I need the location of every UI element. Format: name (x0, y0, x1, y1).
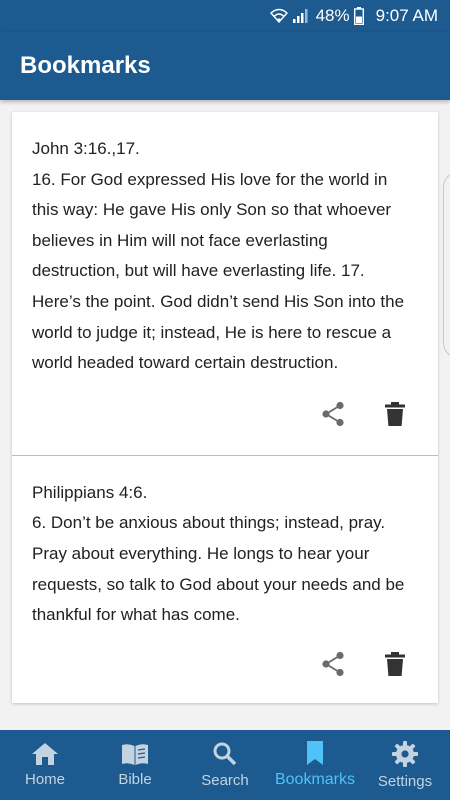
signal-icon (292, 8, 308, 24)
bookmarks-list-area[interactable]: John 3:16.,17. 16. For God expressed His… (0, 100, 450, 730)
bottom-navigation: Home Bible Search Bookmarks Settings (0, 730, 450, 800)
wifi-icon (269, 8, 288, 24)
share-button[interactable] (319, 651, 347, 682)
bookmark-card[interactable]: Philippians 4:6. 6. Don’t be anxious abo… (12, 454, 438, 703)
delete-button[interactable] (381, 652, 409, 681)
nav-settings[interactable]: Settings (360, 730, 450, 800)
status-bar: 48% 9:07 AM (0, 0, 450, 32)
delete-button[interactable] (381, 402, 409, 431)
app-bar: Bookmarks (0, 32, 450, 100)
bookmark-text: John 3:16.,17. 16. For God expressed His… (32, 134, 418, 379)
nav-bible-label: Bible (118, 770, 152, 788)
battery-icon (353, 7, 364, 25)
nav-bookmarks-label: Bookmarks (274, 771, 356, 788)
share-icon (321, 651, 345, 682)
scroll-overscroll-edge (443, 172, 450, 358)
nav-home-label: Home (24, 770, 65, 788)
bookmark-verse-text: 16. For God expressed His love for the w… (32, 169, 405, 373)
nav-settings-label: Settings (377, 772, 433, 790)
clock: 9:07 AM (375, 6, 438, 25)
bookmark-reference: John 3:16.,17. (32, 139, 140, 158)
bookmark-verse-text: 6. Don’t be anxious about things; instea… (32, 513, 405, 625)
gear-icon (392, 740, 418, 767)
bookmark-card[interactable]: John 3:16.,17. 16. For God expressed His… (12, 112, 438, 455)
bookmark-icon (306, 741, 324, 765)
bookmark-actions (32, 631, 418, 703)
search-icon (213, 742, 237, 766)
share-button[interactable] (319, 401, 347, 432)
nav-search-label: Search (201, 771, 249, 789)
nav-bible[interactable]: Bible (90, 730, 180, 800)
book-icon (121, 743, 149, 765)
nav-search[interactable]: Search (180, 730, 270, 800)
home-icon (32, 742, 58, 765)
nav-bookmarks[interactable]: Bookmarks (270, 730, 360, 800)
trash-icon (385, 402, 405, 431)
bookmark-text: Philippians 4:6. 6. Don’t be anxious abo… (32, 478, 418, 631)
bookmark-actions (32, 379, 418, 455)
share-icon (321, 401, 345, 432)
bookmark-reference: Philippians 4:6. (32, 482, 148, 502)
nav-home[interactable]: Home (0, 730, 90, 800)
bookmarks-list: John 3:16.,17. 16. For God expressed His… (12, 112, 438, 703)
battery-level: 48% (315, 6, 350, 25)
page-title: Bookmarks (20, 52, 151, 79)
trash-icon (385, 652, 405, 681)
